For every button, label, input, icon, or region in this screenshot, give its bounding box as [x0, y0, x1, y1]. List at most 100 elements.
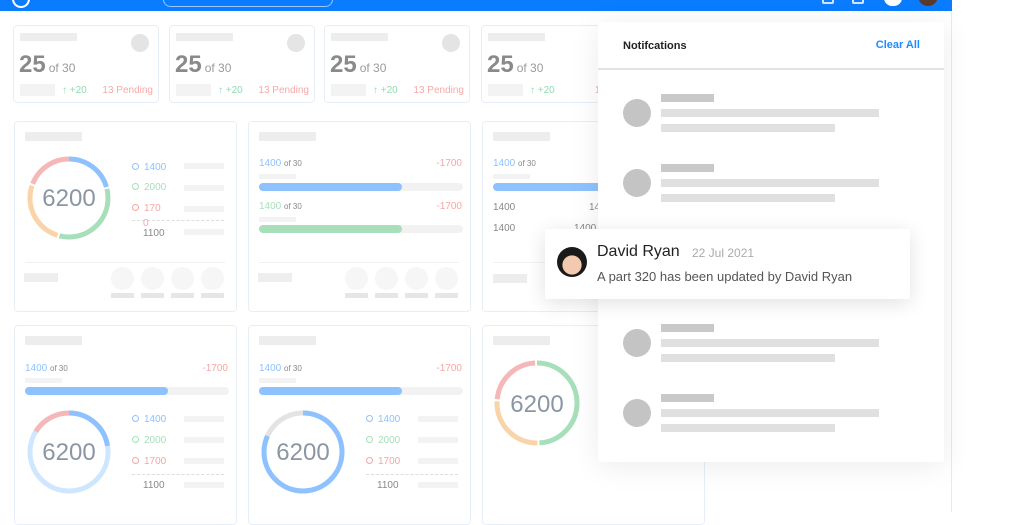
placeholder: [259, 378, 296, 383]
divider: [259, 262, 459, 263]
stat-card: 25 of 30 ↑ +20 13 Pending: [169, 25, 315, 103]
help-icon[interactable]: [822, 0, 834, 4]
placeholder: [25, 378, 62, 383]
stat-value: 25 of 30: [19, 51, 76, 78]
avatar-placeholder: [375, 267, 398, 290]
stat-value: 25 of 30: [487, 51, 544, 78]
panel-title: Notifcations: [623, 40, 687, 52]
title-placeholder: [493, 336, 550, 345]
divider: [132, 474, 224, 475]
progress-delta: -1700: [436, 201, 462, 212]
progress-bar: [25, 387, 229, 395]
placeholder: [20, 84, 55, 96]
legend-item: 170: [132, 203, 161, 214]
arrow-up-icon: ↑: [62, 85, 67, 96]
placeholder: [184, 416, 224, 422]
toast-message: A part 320 has been updated by David Rya…: [597, 269, 853, 284]
stat-pending: 13 Pending: [413, 85, 464, 96]
progress-label: 1400 of 30: [493, 158, 536, 169]
placeholder: [418, 482, 458, 488]
title-placeholder: [25, 336, 82, 345]
notification-toast[interactable]: David Ryan 22 Jul 2021 A part 320 has be…: [545, 229, 910, 299]
dropdown-pointer: [890, 11, 902, 19]
placeholder: [184, 458, 224, 464]
avatar-placeholder: [111, 267, 134, 290]
legend-item: 2000: [132, 435, 166, 446]
placeholder: [141, 293, 164, 298]
arrow-up-icon: ↑: [218, 85, 223, 96]
placeholder: [184, 163, 224, 169]
avatar-placeholder: [141, 267, 164, 290]
progress-bar: [259, 387, 463, 395]
legend-value: 1100: [143, 480, 165, 491]
stat-change: ↑ +20: [62, 85, 87, 96]
legend-item: 2000: [366, 435, 400, 446]
title-placeholder: [331, 33, 388, 41]
legend-value: 1100: [143, 228, 165, 239]
placeholder: [184, 206, 224, 212]
stat-card: 25 of 30 ↑ +20 13 Pending: [13, 25, 159, 103]
stat-value: 25 of 30: [330, 51, 387, 78]
bell-icon[interactable]: [884, 0, 902, 6]
stat-change: ↑ +20: [373, 85, 398, 96]
progress-label: 1400 of 30: [259, 158, 302, 169]
placeholder: [375, 293, 398, 298]
avatar-placeholder: [171, 267, 194, 290]
placeholder: [488, 84, 523, 96]
legend-item: 2000: [132, 182, 166, 193]
arrow-up-icon: ↑: [373, 85, 378, 96]
progress-delta: -1700: [202, 363, 228, 374]
legend-item: 1700: [366, 456, 400, 467]
placeholder: [176, 84, 211, 96]
placeholder: [171, 293, 194, 298]
title-placeholder: [20, 33, 77, 41]
notification-item[interactable]: [623, 394, 923, 444]
placeholder: [331, 84, 366, 96]
avatar-placeholder: [405, 267, 428, 290]
legend-value: 1100: [377, 480, 399, 491]
placeholder: [184, 229, 224, 235]
stat-icon: [287, 34, 305, 52]
clear-all-button[interactable]: Clear All: [876, 39, 920, 51]
user-avatar[interactable]: [918, 0, 938, 6]
toast-date: 22 Jul 2021: [692, 246, 755, 260]
placeholder: [493, 174, 530, 179]
notification-item[interactable]: [623, 324, 923, 374]
donut-total: 6200: [276, 439, 330, 466]
legend-item: 1700: [132, 456, 166, 467]
title-placeholder: [176, 33, 233, 41]
notification-item[interactable]: [623, 94, 923, 144]
donut-total: 6200: [42, 185, 96, 212]
placeholder: [405, 293, 428, 298]
placeholder: [345, 293, 368, 298]
list-value: 1400: [493, 202, 516, 213]
list-value: 1400: [493, 223, 516, 234]
placeholder: [418, 458, 458, 464]
divider: [25, 262, 225, 263]
title-placeholder: [259, 336, 316, 345]
logo-icon[interactable]: [12, 0, 30, 8]
notification-item[interactable]: [623, 164, 923, 214]
user-avatar: [557, 247, 587, 277]
title-placeholder: [493, 132, 550, 141]
placeholder: [184, 482, 224, 488]
progress-delta: -1700: [436, 363, 462, 374]
title-placeholder: [259, 132, 316, 141]
title-placeholder: [25, 132, 82, 141]
placeholder: [24, 273, 58, 282]
stat-icon: [131, 34, 149, 52]
progress-label: 1400 of 30: [259, 201, 302, 212]
divider: [598, 68, 944, 70]
legend-item: 1400: [132, 414, 166, 425]
legend-item: 1400: [132, 162, 166, 173]
search-input[interactable]: [163, 0, 333, 7]
placeholder: [435, 293, 458, 298]
progress-bar: [259, 183, 463, 191]
messages-icon[interactable]: [852, 0, 864, 4]
avatar-placeholder: [201, 267, 224, 290]
placeholder: [184, 185, 224, 191]
title-placeholder: [488, 33, 545, 41]
progress-label: 1400 of 30: [259, 363, 302, 374]
placeholder: [418, 437, 458, 443]
divider: [366, 474, 458, 475]
